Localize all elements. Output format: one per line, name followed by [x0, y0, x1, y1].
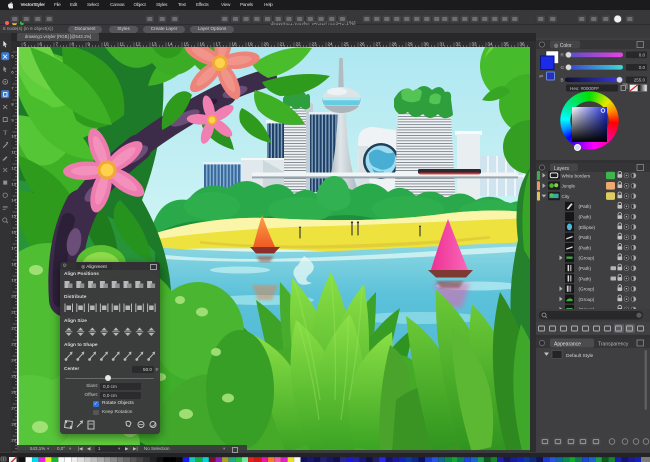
svg-text:23: 23	[312, 42, 318, 47]
svg-text:T: T	[3, 130, 7, 137]
svg-text:(Path): (Path)	[579, 215, 592, 220]
svg-text:21: 21	[280, 42, 286, 47]
svg-text:255.0: 255.0	[634, 78, 646, 83]
svg-text:25: 25	[344, 42, 350, 47]
svg-text:City: City	[562, 194, 571, 199]
svg-text:10: 10	[104, 42, 110, 47]
svg-text:10: 10	[11, 134, 16, 139]
svg-text:15: 15	[11, 214, 16, 219]
svg-text:(Group): (Group)	[579, 287, 595, 292]
svg-text:9: 9	[11, 118, 14, 123]
svg-text:34: 34	[488, 42, 494, 47]
svg-text:28: 28	[11, 422, 16, 427]
svg-text:14: 14	[168, 42, 174, 47]
svg-text:(Group): (Group)	[579, 297, 595, 302]
svg-text:20: 20	[11, 294, 16, 299]
svg-text:13: 13	[152, 42, 158, 47]
svg-text:36: 36	[520, 42, 526, 47]
svg-text:(Path): (Path)	[579, 276, 592, 281]
svg-text:7: 7	[56, 42, 59, 47]
svg-text:Appearance: Appearance	[554, 341, 581, 347]
svg-text:0.0: 0.0	[639, 65, 646, 70]
svg-text:32: 32	[456, 42, 462, 47]
svg-text:9: 9	[88, 42, 91, 47]
svg-text:19: 19	[11, 278, 16, 283]
svg-text:24: 24	[11, 358, 16, 363]
svg-text:B: B	[561, 78, 564, 83]
svg-text:(Path): (Path)	[579, 245, 592, 250]
svg-text:11: 11	[11, 150, 16, 155]
svg-text:20: 20	[264, 42, 270, 47]
svg-text:22: 22	[11, 326, 16, 331]
svg-text:23: 23	[11, 342, 16, 347]
svg-text:Layers: Layers	[554, 166, 570, 172]
svg-text:24: 24	[328, 42, 334, 47]
svg-text:27: 27	[376, 42, 382, 47]
svg-text:15: 15	[184, 42, 190, 47]
svg-text:18: 18	[232, 42, 238, 47]
svg-text:(Path): (Path)	[579, 235, 592, 240]
svg-text:7: 7	[11, 86, 14, 91]
svg-text:12: 12	[136, 42, 142, 47]
svg-text:35: 35	[504, 42, 510, 47]
svg-text:16: 16	[11, 230, 16, 235]
svg-text:8: 8	[72, 42, 75, 47]
svg-text:16: 16	[200, 42, 206, 47]
svg-text:0.0: 0.0	[639, 53, 646, 58]
svg-text:33: 33	[472, 42, 478, 47]
svg-text:Hex: #0000FF: Hex: #0000FF	[570, 86, 599, 91]
svg-text:22: 22	[296, 42, 302, 47]
svg-text:Transparency: Transparency	[598, 341, 629, 347]
svg-text:◎ Color: ◎ Color	[554, 43, 572, 49]
svg-text:28: 28	[392, 42, 398, 47]
svg-text:27: 27	[11, 406, 16, 411]
svg-text:17: 17	[216, 42, 222, 47]
svg-text:30: 30	[424, 42, 430, 47]
svg-text:6: 6	[40, 42, 43, 47]
svg-text:8: 8	[11, 102, 14, 107]
svg-text:11: 11	[120, 42, 125, 47]
svg-text:(Ellipse): (Ellipse)	[579, 225, 596, 230]
svg-text:(Path): (Path)	[579, 204, 592, 209]
svg-text:G: G	[561, 65, 565, 70]
svg-text:5: 5	[11, 54, 14, 59]
svg-text:6: 6	[11, 70, 14, 75]
svg-text:13: 13	[11, 182, 16, 187]
svg-text:⇄: ⇄	[539, 74, 543, 80]
svg-text:(Path): (Path)	[579, 266, 592, 271]
svg-text:26: 26	[360, 42, 366, 47]
svg-text:29: 29	[408, 42, 414, 47]
svg-text:19: 19	[248, 42, 254, 47]
svg-text:Default Style: Default Style	[566, 353, 594, 359]
svg-text:17: 17	[11, 246, 16, 251]
svg-text:21: 21	[11, 310, 16, 315]
svg-text:White borders: White borders	[562, 173, 591, 178]
svg-text:Jungle: Jungle	[562, 184, 576, 189]
svg-text:12: 12	[11, 166, 16, 171]
svg-text:25: 25	[11, 374, 16, 379]
svg-text:31: 31	[440, 42, 446, 47]
svg-text:(Group): (Group)	[579, 256, 595, 261]
svg-text:29: 29	[11, 438, 16, 443]
svg-text:5: 5	[24, 42, 27, 47]
svg-text:18: 18	[11, 262, 16, 267]
svg-text:14: 14	[11, 198, 16, 203]
svg-text:26: 26	[11, 390, 16, 395]
